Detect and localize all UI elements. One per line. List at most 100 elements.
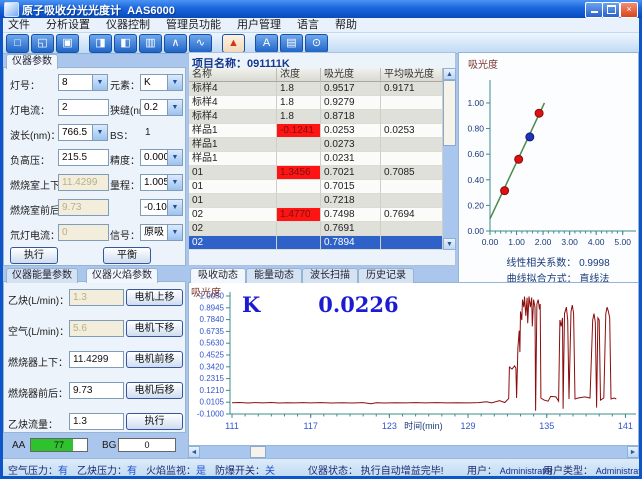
table-row[interactable]: 011.34560.70210.7085	[189, 166, 443, 180]
flame-button-0[interactable]: 电机上移	[126, 289, 183, 306]
flame-label-0: 乙炔(L/min)：	[8, 292, 69, 307]
chevron-down-icon[interactable]: ▼	[167, 150, 182, 165]
table-row[interactable]: 样品10.0273	[189, 138, 443, 152]
cell-concentration: 1.8	[277, 110, 321, 124]
param-input-1[interactable]: 2	[58, 99, 109, 116]
save-file-icon[interactable]: ▣	[56, 34, 79, 53]
maximize-button[interactable]	[602, 2, 620, 18]
chevron-down-icon[interactable]: ▼	[167, 225, 182, 240]
close-button[interactable]: ×	[620, 2, 638, 18]
chevron-down-icon[interactable]: ▼	[167, 175, 182, 190]
flame-button-4[interactable]: 执行	[126, 413, 183, 430]
column-header-2[interactable]: 吸光度	[321, 68, 381, 82]
column-header-1[interactable]: 浓度	[277, 68, 321, 82]
flame-button-3[interactable]: 电机后移	[126, 382, 183, 399]
signal-meters: AA 77 BG 0	[0, 437, 186, 455]
menu-item-2[interactable]: 仪器控制	[98, 18, 158, 32]
cell-concentration	[277, 222, 321, 236]
tab-dynamics-0[interactable]: 吸收动态	[190, 268, 246, 283]
flame-ignite-icon[interactable]: ▲	[222, 34, 245, 53]
table-row[interactable]: 标样41.80.95170.9171	[189, 82, 443, 96]
cell-absorbance: 0.7498	[321, 208, 381, 222]
svg-text:0.00: 0.00	[482, 237, 499, 247]
tab-dynamics-1[interactable]: 能量动态	[246, 268, 302, 283]
cell-absorbance: 0.0253	[321, 124, 381, 138]
table-row[interactable]: 021.47700.74980.7694	[189, 208, 443, 222]
scroll-down-icon[interactable]: ▼	[443, 238, 456, 250]
chevron-down-icon[interactable]: ▼	[167, 100, 182, 115]
param-combo2-1[interactable]: 0.2▼	[140, 99, 183, 116]
new-file-icon[interactable]: □	[6, 34, 29, 53]
flame-input-3[interactable]: 9.73	[69, 382, 124, 399]
table-row[interactable]: 020.7894	[189, 236, 443, 250]
param-combo-0[interactable]: 8▼	[58, 74, 108, 91]
flame-input-4[interactable]: 1.3	[69, 413, 124, 430]
correlation-coefficient-line: 线性相关系数： 0.9998	[478, 254, 638, 269]
chevron-down-icon[interactable]: ▼	[92, 75, 107, 90]
menu-item-4[interactable]: 用户管理	[229, 18, 289, 32]
param-combo2-4[interactable]: 1.0050▼	[140, 174, 183, 191]
tab-dynamics-2[interactable]: 波长扫描	[302, 268, 358, 283]
lamp-calibrate-icon[interactable]: ▥	[139, 34, 162, 53]
flame-button-2[interactable]: 电机前移	[126, 351, 183, 368]
cell-name: 01	[189, 180, 277, 194]
flame-input-2[interactable]: 11.4299	[69, 351, 124, 368]
status-bar: 空气压力：有乙炔压力：有火焰监视：是防爆开关：关 仪器状态： 执行自动增益完毕!…	[0, 458, 642, 477]
scroll-thumb[interactable]	[443, 80, 456, 146]
table-row[interactable]: 020.7691	[189, 222, 443, 236]
cell-concentration	[277, 152, 321, 166]
menu-item-1[interactable]: 分析设置	[38, 18, 98, 32]
lamp-select-icon[interactable]: ◨	[89, 34, 112, 53]
power-icon[interactable]: ⊙	[305, 34, 328, 53]
table-vertical-scrollbar[interactable]: ▲ ▼	[443, 68, 456, 250]
lamp-energy-icon[interactable]: ◧	[114, 34, 137, 53]
chevron-down-icon[interactable]: ▼	[167, 75, 182, 90]
instrument-params-form: 灯号：8▼元素：K▼灯电流：2狭缝(nm)：0.2▼波长(nm)：766.5▼B…	[3, 67, 186, 266]
title-bar[interactable]: 原子吸收分光光度计 AAS6000 ×	[0, 0, 642, 18]
cell-absorbance: 0.7218	[321, 194, 381, 208]
open-file-icon[interactable]: ◱	[31, 34, 54, 53]
scroll-up-icon[interactable]: ▲	[443, 68, 456, 80]
cell-absorbance: 0.7021	[321, 166, 381, 180]
param-combo2-3[interactable]: 0.0000▼	[140, 149, 183, 166]
param-input-3[interactable]: 215.5	[58, 149, 109, 166]
table-row[interactable]: 样品1-0.12410.02530.0253	[189, 124, 443, 138]
execute-button[interactable]: 执行	[10, 247, 58, 264]
param-combo2-6[interactable]: 原吸▼	[140, 224, 183, 241]
column-header-3[interactable]: 平均吸光度	[381, 68, 443, 82]
flame-button-1[interactable]: 电机下移	[126, 320, 183, 337]
printer-icon[interactable]: ▤	[280, 34, 303, 53]
tab-dynamics-3[interactable]: 历史记录	[358, 268, 414, 283]
minimize-button[interactable]	[585, 2, 603, 18]
param-combo-2[interactable]: 766.5▼	[58, 124, 108, 141]
cell-avg-absorbance: 0.7085	[381, 166, 443, 180]
balance-button[interactable]: 平衡	[103, 247, 151, 264]
scroll-right-icon[interactable]: ►	[627, 446, 639, 458]
param-combo2-5[interactable]: -0.1000▼	[140, 199, 183, 216]
correlation-label: 线性相关系数：	[506, 258, 576, 269]
scroll-thumb[interactable]	[250, 446, 266, 458]
table-row[interactable]: 010.7015	[189, 180, 443, 194]
bg-meter-value: 0	[119, 439, 175, 451]
table-row[interactable]: 样品10.0231	[189, 152, 443, 166]
scroll-left-icon[interactable]: ◄	[188, 446, 200, 458]
table-row[interactable]: 标样41.80.9279	[189, 96, 443, 110]
column-header-0[interactable]: 名称	[189, 68, 277, 82]
param-combo2-6-value: 原吸	[141, 225, 167, 240]
autosampler-icon[interactable]: A	[255, 34, 278, 53]
cell-concentration: 1.4770	[277, 208, 321, 222]
table-row[interactable]: 标样41.80.8718	[189, 110, 443, 124]
param-combo2-0[interactable]: K▼	[140, 74, 183, 91]
menu-item-5[interactable]: 语言	[289, 18, 327, 32]
menu-item-0[interactable]: 文件	[0, 18, 38, 32]
chevron-down-icon[interactable]: ▼	[167, 200, 182, 215]
cell-absorbance: 0.9517	[321, 82, 381, 96]
table-row[interactable]: 010.7218	[189, 194, 443, 208]
dynamics-horizontal-scrollbar[interactable]: ◄ ►	[188, 446, 639, 458]
menu-item-3[interactable]: 管理员功能	[158, 18, 229, 32]
menu-item-6[interactable]: 帮助	[327, 18, 365, 32]
wavelength-scan-icon[interactable]: ∧	[164, 34, 187, 53]
signal-adjust-icon[interactable]: ∿	[189, 34, 212, 53]
chevron-down-icon[interactable]: ▼	[92, 125, 107, 140]
flame-input-1: 5.6	[69, 320, 124, 337]
